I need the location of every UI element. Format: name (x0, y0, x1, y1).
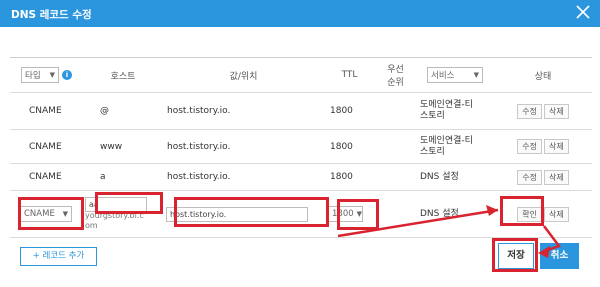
cell-priority (375, 163, 416, 191)
cell-actions: 수정 삭제 (494, 163, 592, 191)
highlight-box-type (18, 197, 84, 230)
edit-button[interactable]: 수정 (517, 139, 542, 154)
highlight-box-ttl (337, 199, 379, 230)
cell-service: DNS 설정 (416, 190, 494, 238)
table-row: CNAME a host.tistory.io. 1800 DNS 설정 수정 삭… (10, 163, 592, 191)
cell-service: 도메인연결-티 스토리 (416, 129, 494, 164)
edit-button[interactable]: 수정 (517, 169, 542, 185)
cell-priority (375, 190, 416, 238)
cell-value: host.tistory.io. (163, 92, 324, 130)
table-row: CNAME @ host.tistory.io. 1800 도메인연결-티 스토… (10, 92, 592, 130)
type-filter-select[interactable]: 타입 ▼ (21, 67, 59, 83)
chevron-down-icon: ▼ (49, 71, 55, 79)
cell-ttl: 1800 (324, 92, 375, 130)
cell-value: host.tistory.io. (163, 163, 324, 191)
cell-type: CNAME (10, 129, 83, 164)
chevron-down-icon: ▼ (473, 71, 479, 79)
header-host: 호스트 (83, 57, 163, 93)
header-priority: 우선 순위 (375, 57, 416, 93)
table-header-row: 타입 ▼ i 호스트 값/위치 TTL 우선 순위 서비스 ▼ 상태 (10, 57, 592, 93)
cell-type: CNAME (10, 92, 83, 130)
cell-value: host.tistory.io. (163, 129, 324, 164)
cell-actions: 수정 삭제 (494, 92, 592, 130)
cell-priority (375, 92, 416, 130)
cell-host: a (83, 163, 163, 191)
cell-service: 도메인연결-티 스토리 (416, 92, 494, 130)
cell-ttl: 1800 (324, 129, 375, 164)
table-row: CNAME www host.tistory.io. 1800 도메인연결-티 … (10, 129, 592, 164)
header-status: 상태 (494, 57, 592, 93)
header-ttl: TTL (324, 57, 375, 93)
header-type: 타입 ▼ i (10, 57, 83, 93)
cell-priority (375, 129, 416, 164)
cell-actions: 수정 삭제 (494, 129, 592, 164)
cell-host: @ (83, 92, 163, 130)
cell-type: CNAME (10, 163, 83, 191)
edit-button[interactable]: 수정 (517, 103, 542, 119)
close-icon[interactable] (575, 4, 591, 20)
info-icon[interactable]: i (62, 70, 72, 80)
header-service: 서비스 ▼ (416, 57, 494, 93)
cell-host: www (83, 129, 163, 164)
host-domain-suffix: yourgstory.bl.c om (85, 211, 144, 230)
cancel-button[interactable]: 취소 (540, 243, 579, 269)
delete-button[interactable]: 삭제 (544, 169, 569, 185)
delete-button[interactable]: 삭제 (544, 103, 569, 119)
dialog-titlebar: DNS 레코드 수정 (0, 0, 600, 27)
header-value: 값/위치 (163, 57, 324, 93)
highlight-box-value (174, 197, 329, 227)
highlight-box-save (492, 238, 538, 272)
add-record-button[interactable]: + 레코드 추가 (20, 247, 97, 266)
highlight-box-confirm (500, 196, 544, 226)
highlight-box-host (95, 192, 163, 214)
cell-service: DNS 설정 (416, 163, 494, 191)
cell-ttl: 1800 (324, 163, 375, 191)
service-filter-select[interactable]: 서비스 ▼ (427, 67, 483, 83)
delete-button[interactable]: 삭제 (544, 139, 569, 154)
dialog-title: DNS 레코드 수정 (11, 9, 92, 21)
delete-button[interactable]: 삭제 (544, 206, 569, 222)
